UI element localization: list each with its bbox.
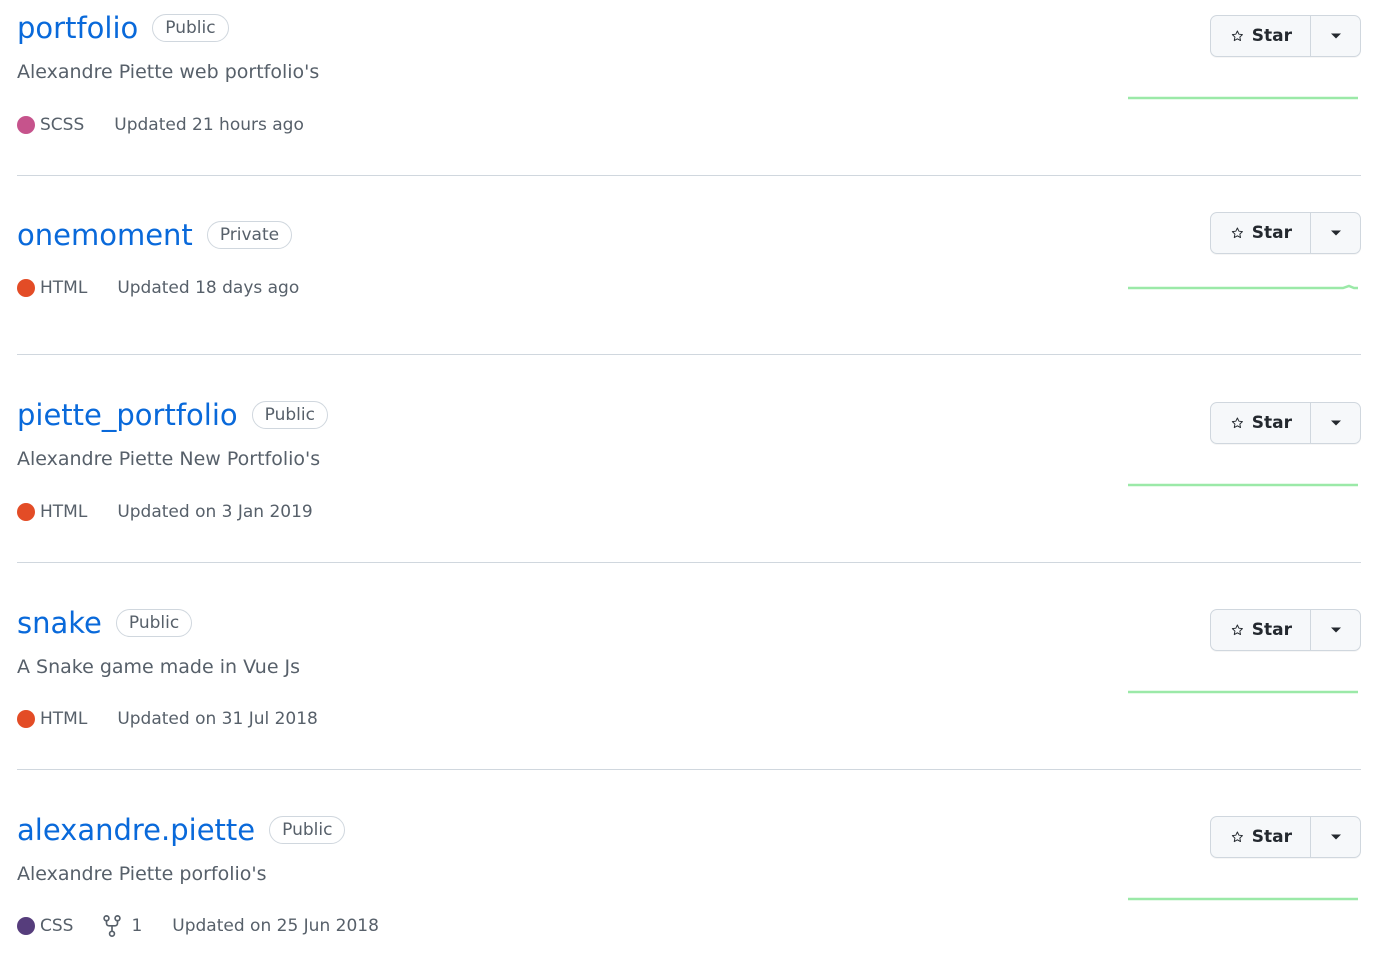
repo-language: SCSS — [40, 115, 85, 135]
fork-count: 1 — [131, 916, 143, 936]
star-list-dropdown-button[interactable] — [1311, 403, 1360, 443]
caret-down-icon — [1330, 834, 1341, 840]
visibility-badge: Public — [115, 609, 193, 637]
language-color-dot — [17, 710, 35, 728]
repo-meta: HTML Updated on 3 Jan 2019 — [17, 500, 313, 524]
star-button-group: Star — [1210, 402, 1361, 444]
repo-title-row: alexandre.piette Public — [17, 812, 346, 848]
repo-updated: Updated on 31 Jul 2018 — [117, 709, 318, 729]
repo-updated: Updated 18 days ago — [117, 278, 300, 298]
star-icon — [1231, 831, 1243, 843]
star-button-group: Star — [1210, 609, 1361, 651]
repo-item: piette_portfolio Public Alexandre Piette… — [17, 355, 1361, 563]
repo-updated: Updated on 25 Jun 2018 — [172, 916, 379, 936]
caret-down-icon — [1330, 33, 1341, 39]
repo-name-link[interactable]: onemoment — [17, 217, 193, 253]
star-list-dropdown-button[interactable] — [1311, 610, 1360, 650]
star-label: Star — [1251, 827, 1292, 847]
star-icon — [1231, 227, 1243, 239]
repo-name-link[interactable]: portfolio — [17, 10, 138, 46]
star-button[interactable]: Star — [1211, 817, 1311, 857]
repo-description: Alexandre Piette web portfolio's — [17, 61, 320, 83]
star-icon — [1231, 417, 1243, 429]
star-label: Star — [1251, 26, 1292, 46]
star-label: Star — [1251, 413, 1292, 433]
star-icon — [1231, 30, 1243, 42]
language-color-dot — [17, 917, 35, 935]
star-button-group: Star — [1210, 15, 1361, 57]
activity-sparkline — [1128, 284, 1358, 290]
star-icon — [1231, 624, 1243, 636]
visibility-badge: Public — [269, 816, 346, 844]
repository-list: portfolio Public Alexandre Piette web po… — [0, 0, 1392, 970]
star-button[interactable]: Star — [1211, 16, 1311, 56]
repo-title-row: snake Public — [17, 605, 193, 641]
fork-icon — [103, 915, 122, 937]
star-list-dropdown-button[interactable] — [1311, 16, 1360, 56]
repo-name-link[interactable]: snake — [17, 605, 102, 641]
repo-description: A Snake game made in Vue Js — [17, 656, 301, 678]
caret-down-icon — [1330, 230, 1341, 236]
star-label: Star — [1251, 620, 1292, 640]
visibility-badge: Public — [251, 401, 328, 429]
star-label: Star — [1251, 223, 1292, 243]
repo-title-row: portfolio Public — [17, 10, 229, 46]
repo-item: portfolio Public Alexandre Piette web po… — [17, 0, 1361, 176]
repo-description: Alexandre Piette New Portfolio's — [17, 448, 321, 470]
repo-name-link[interactable]: alexandre.piette — [17, 812, 255, 848]
star-button[interactable]: Star — [1211, 403, 1311, 443]
star-button-group: Star — [1210, 816, 1361, 858]
fork-count-link[interactable]: 1 — [103, 914, 142, 938]
repo-language: HTML — [40, 502, 88, 522]
activity-sparkline — [1128, 897, 1358, 901]
repo-updated: Updated 21 hours ago — [114, 115, 304, 135]
repo-language: CSS — [40, 916, 74, 936]
repo-meta: SCSS Updated 21 hours ago — [17, 113, 304, 137]
activity-sparkline — [1128, 96, 1358, 100]
repo-language: HTML — [40, 709, 88, 729]
repo-item: snake Public A Snake game made in Vue Js… — [17, 563, 1361, 770]
repo-meta: HTML Updated 18 days ago — [17, 276, 299, 300]
activity-sparkline — [1128, 690, 1358, 694]
repo-language: HTML — [40, 278, 88, 298]
repo-item: onemoment Private HTML Updated 18 days a… — [17, 176, 1361, 355]
activity-sparkline — [1128, 483, 1358, 487]
repo-updated: Updated on 3 Jan 2019 — [117, 502, 313, 522]
repo-title-row: onemoment Private — [17, 217, 293, 253]
visibility-badge: Private — [206, 221, 293, 249]
language-color-dot — [17, 279, 35, 297]
visibility-badge: Public — [152, 14, 229, 42]
language-color-dot — [17, 116, 35, 134]
repo-meta: HTML Updated on 31 Jul 2018 — [17, 707, 318, 731]
star-button[interactable]: Star — [1211, 610, 1311, 650]
star-list-dropdown-button[interactable] — [1311, 213, 1360, 253]
repo-name-link[interactable]: piette_portfolio — [17, 397, 238, 433]
repo-item: alexandre.piette Public Alexandre Piette… — [17, 770, 1361, 970]
repo-description: Alexandre Piette porfolio's — [17, 863, 267, 885]
language-color-dot — [17, 503, 35, 521]
repo-meta: CSS 1 Updated on 25 Jun 2018 — [17, 914, 379, 938]
caret-down-icon — [1330, 627, 1341, 633]
star-button-group: Star — [1210, 212, 1361, 254]
repo-title-row: piette_portfolio Public — [17, 397, 328, 433]
star-list-dropdown-button[interactable] — [1311, 817, 1360, 857]
caret-down-icon — [1330, 420, 1341, 426]
star-button[interactable]: Star — [1211, 213, 1311, 253]
